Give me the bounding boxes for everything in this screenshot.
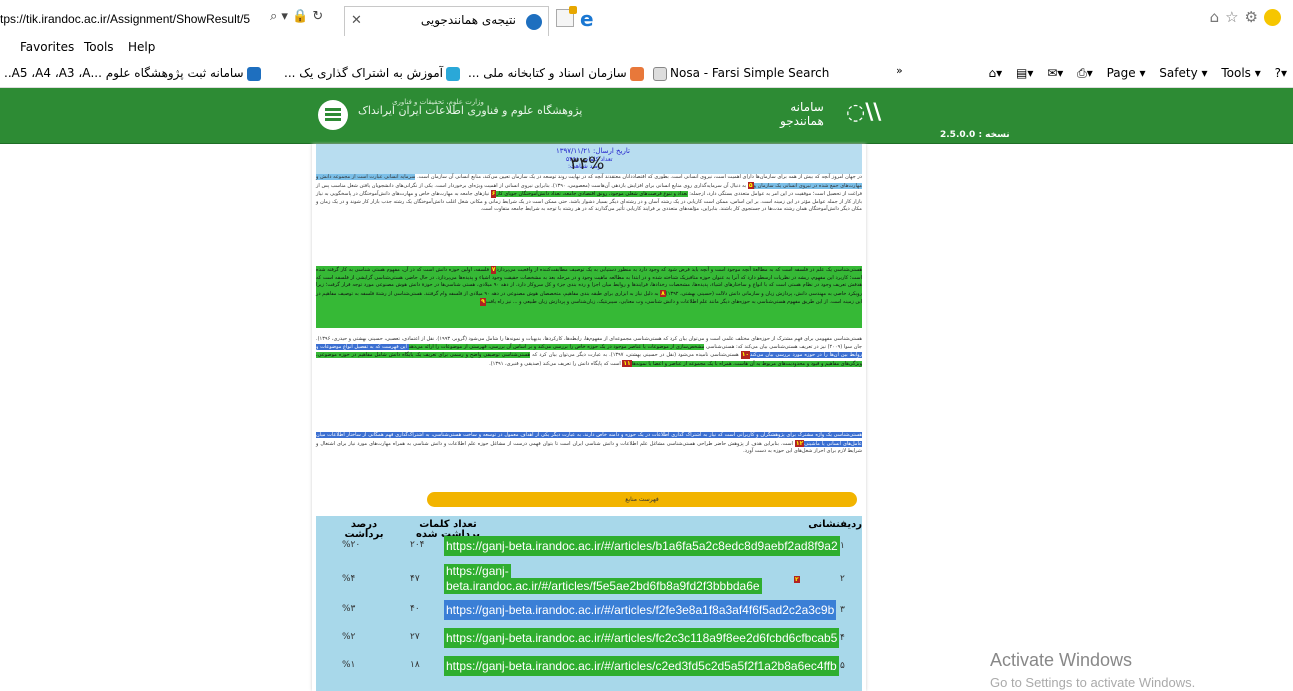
help-icon[interactable]: ?▾ xyxy=(1275,66,1287,80)
mail-icon[interactable]: ✉▾ xyxy=(1047,66,1063,80)
toolbar-icons: ⌂☆⚙ xyxy=(1210,8,1281,26)
fav-icon xyxy=(446,66,461,81)
source-link[interactable]: https://ganj- xyxy=(444,564,511,578)
match-number[interactable]: ۱۲ xyxy=(794,439,805,448)
source-link[interactable]: https://ganj-beta.irandoc.ac.ir/#/articl… xyxy=(444,656,839,676)
page-menu[interactable]: Page ▾ xyxy=(1107,66,1146,80)
close-tab-icon[interactable]: ✕ xyxy=(351,13,362,28)
new-tab-button[interactable] xyxy=(556,6,577,27)
hamandjoo-logo-icon[interactable]: ◌\\ xyxy=(846,100,881,125)
version-label: 2.5.0.0 : نسخه xyxy=(940,130,1010,140)
tab-title: نتیجه‌ی همانندجویی xyxy=(420,13,516,27)
feeds-icon[interactable]: ▤▾ xyxy=(1016,66,1033,80)
feedback-smiley-icon[interactable] xyxy=(1264,9,1281,26)
menu-tools[interactable]: Tools xyxy=(84,40,114,54)
paragraph-4: هستی‌شناسی یک واژه مشترک برای پژوهشگران … xyxy=(316,432,862,455)
command-bar: ⌂▾ ▤▾ ✉▾ ⎙▾ Page ▾ Safety ▾ Tools ▾ ?▾ xyxy=(979,66,1287,81)
url-field[interactable]: tps://tik.irandoc.ac.ir/Assignment/ShowR… xyxy=(0,9,298,29)
more-favorites-icon[interactable]: » xyxy=(896,64,903,77)
tab-result[interactable]: نتیجه‌ی همانندجویی ✕ xyxy=(344,6,549,36)
fav-icon xyxy=(653,66,667,81)
table-row: ۲ https://ganj- beta.irandoc.ac.ir/#/art… xyxy=(342,564,845,594)
fav-item-irandoc[interactable]: سامانه ثبت پژوهشگاه علوم ...A5 ،A4 ،A3 ،… xyxy=(4,66,264,81)
ie-logo-icon: e xyxy=(580,7,594,31)
menu-favorites[interactable]: Favorites xyxy=(20,40,74,54)
source-link[interactable]: https://ganj-beta.irandoc.ac.ir/#/articl… xyxy=(444,536,840,556)
fav-icon xyxy=(246,66,261,81)
match-number[interactable]: ۱۰ xyxy=(740,351,751,359)
source-link[interactable]: https://ganj-beta.irandoc.ac.ir/#/articl… xyxy=(444,628,840,648)
print-icon[interactable]: ⎙▾ xyxy=(1077,66,1093,80)
home-icon[interactable]: ⌂ xyxy=(1210,8,1226,26)
match-highlight[interactable]: تعداد و تنوع فرصت‌های شغلی موجود، رونق ا… xyxy=(496,191,688,198)
paragraph-3: هستی‌شناسی مفهومی برای فهم مشترک از حوزه… xyxy=(316,336,862,368)
result-document: تاریخ ارسال: ۱۳۹۷/۱۱/۲۱ تعداد کلمات: ۵۴۶… xyxy=(312,144,866,691)
favorites-bar: سامانه ثبت پژوهشگاه علوم ...A5 ،A4 ،A3 ،… xyxy=(0,60,1293,88)
table-row: ۵ https://ganj-beta.irandoc.ac.ir/#/arti… xyxy=(316,656,862,680)
source-link[interactable]: https://ganj-beta.irandoc.ac.ir/#/articl… xyxy=(444,600,837,620)
settings-gear-icon[interactable]: ⚙ xyxy=(1245,8,1264,26)
table-row: ۳ https://ganj-beta.irandoc.ac.ir/#/arti… xyxy=(316,600,862,624)
fav-item-nlai[interactable]: سازمان اسناد و کتابخانه ملی ... xyxy=(468,66,647,81)
table-row: ۱ https://ganj-beta.irandoc.ac.ir/#/arti… xyxy=(316,536,862,560)
sources-list-button[interactable]: فهرست منابع xyxy=(427,492,857,507)
home-cmd-icon[interactable]: ⌂▾ xyxy=(989,66,1003,80)
favorites-star-icon[interactable]: ☆ xyxy=(1225,8,1244,26)
table-row: ۴ https://ganj-beta.irandoc.ac.ir/#/arti… xyxy=(316,628,862,652)
fav-item-nosa[interactable]: Nosa - Farsi Simple Search xyxy=(650,66,829,81)
tools-menu[interactable]: Tools ▾ xyxy=(1221,66,1260,80)
paragraph-2: هستی‌شناسی یک علم در فلسفه است که به مطا… xyxy=(316,266,862,328)
irandoc-logo-icon[interactable] xyxy=(318,100,348,130)
fav-item-sharing[interactable]: آموزش به اشتراک گذاری یک ... xyxy=(284,66,463,81)
match-number[interactable]: ۱۱ xyxy=(622,359,632,368)
menu-bar: Favorites Tools Help xyxy=(0,38,1293,60)
site-banner xyxy=(0,88,1293,144)
paragraph-1: در جهان امروز آنچه که بیش از همه برای سا… xyxy=(316,174,862,213)
result-summary: تاریخ ارسال: ۱۳۹۷/۱۱/۲۱ تعداد کلمات: ۵۴۶… xyxy=(316,144,862,174)
system-name: سامانه همانندجو xyxy=(780,100,824,128)
col-header-row: ردیفنشانی xyxy=(808,519,862,530)
activate-windows-title: Activate Windows xyxy=(990,650,1133,670)
similarity-percent: ۳۴% xyxy=(570,154,605,174)
match-number[interactable]: ۵ xyxy=(747,181,754,190)
source-link[interactable]: beta.irandoc.ac.ir/#/articles/f5e5ae2bd6… xyxy=(444,578,762,594)
activate-windows-hint: Go to Settings to activate Windows. xyxy=(990,675,1196,690)
match-highlight[interactable]: مشخص‌سازی از موضوعات یا عناصر موجود در ی… xyxy=(408,343,705,350)
match-number[interactable]: ۲ xyxy=(794,576,800,583)
institute-name: پژوهشگاه علوم و فناوری اطلاعات ایران ایر… xyxy=(358,104,583,117)
fav-icon xyxy=(629,66,644,81)
address-bar-area: tps://tik.irandoc.ac.ir/Assignment/ShowR… xyxy=(0,0,1293,38)
safety-menu[interactable]: Safety ▾ xyxy=(1159,66,1207,80)
sources-table: ردیفنشانی تعداد کلمات برداشت شده درصد بر… xyxy=(316,516,862,691)
site-favicon-icon xyxy=(526,14,542,30)
url-icons[interactable]: ⌕ ▾ 🔒 ↻ xyxy=(270,9,323,24)
menu-help[interactable]: Help xyxy=(128,40,155,54)
